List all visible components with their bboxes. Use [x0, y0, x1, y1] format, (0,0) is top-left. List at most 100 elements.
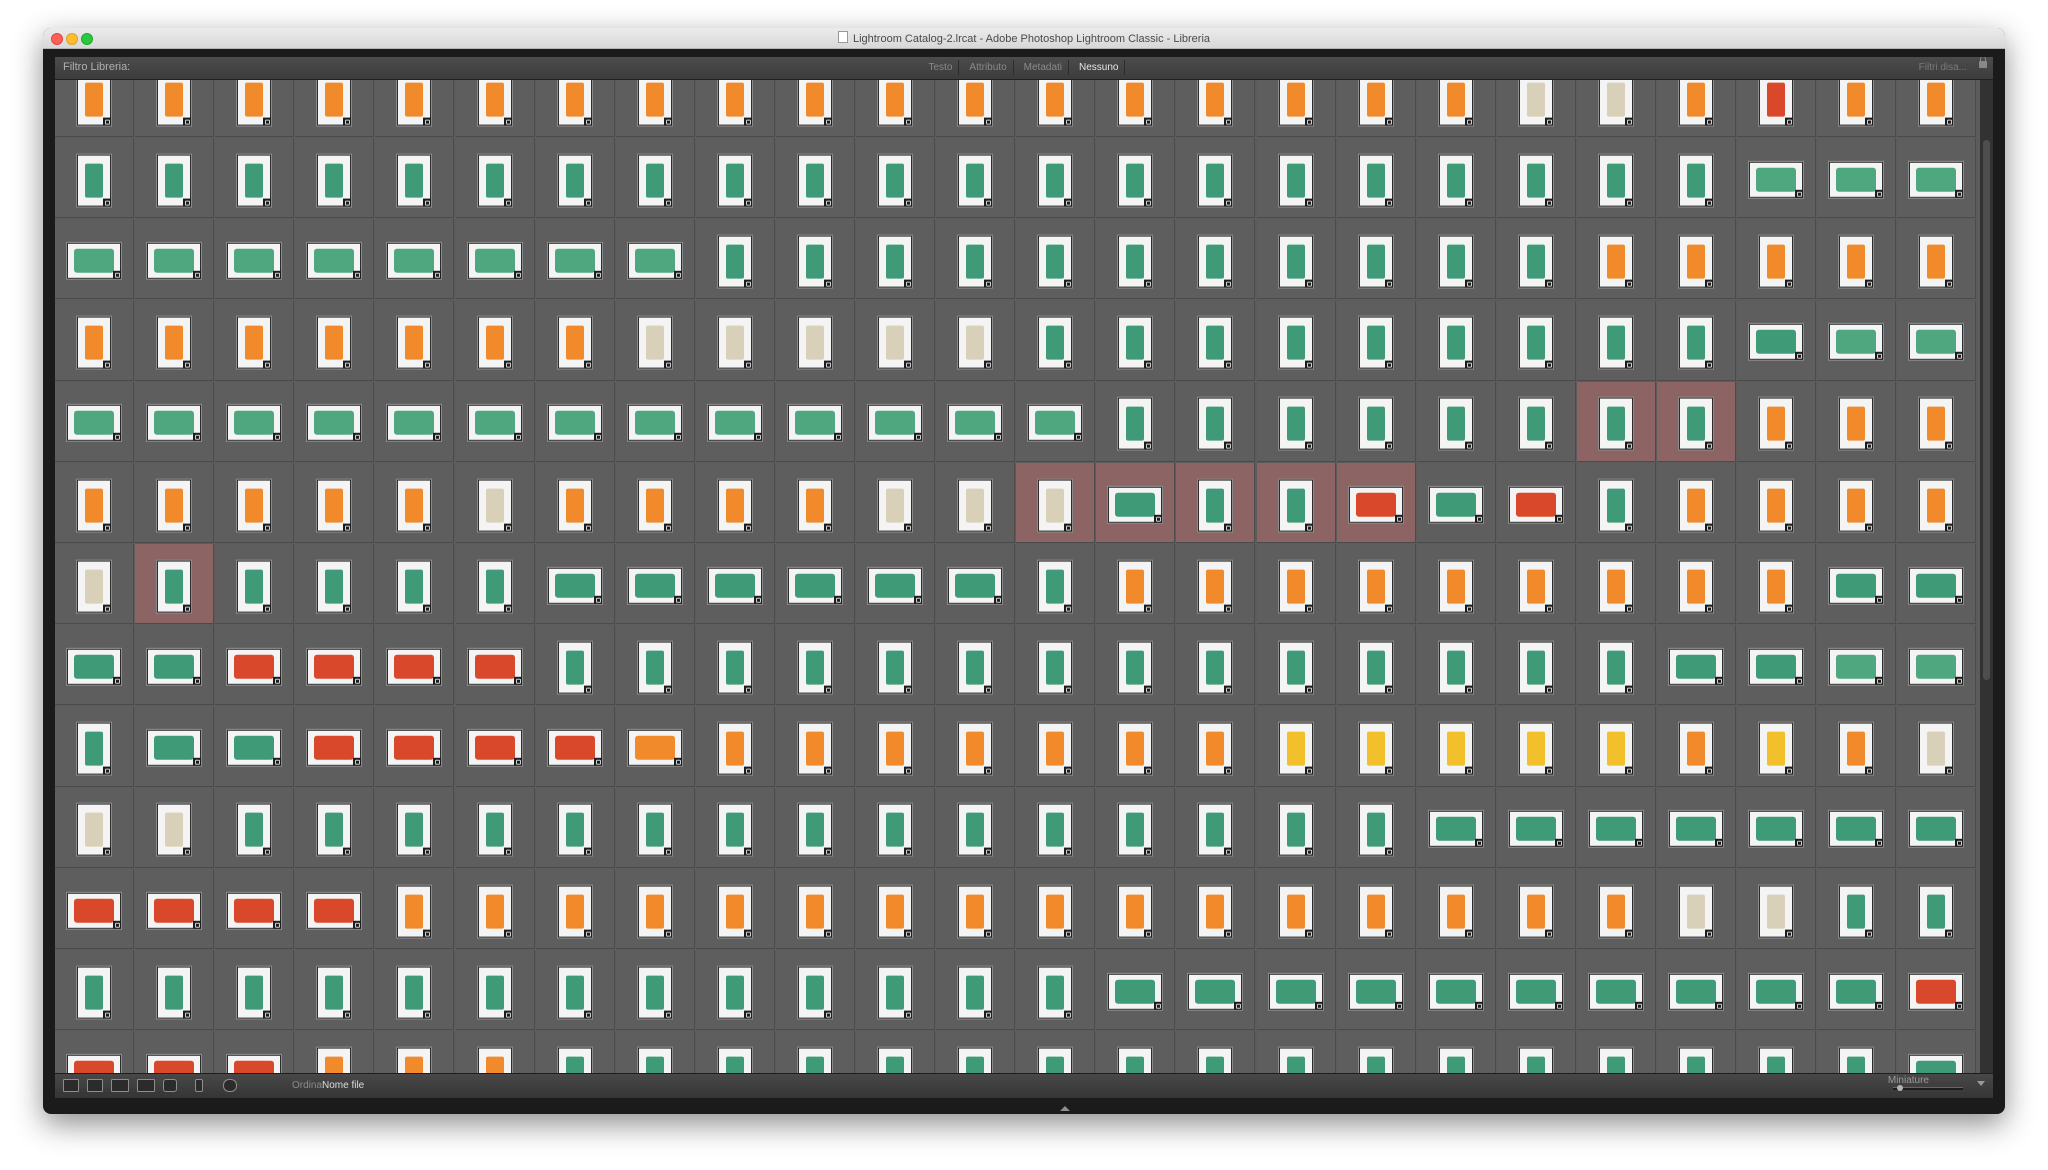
- metadata-badge-icon[interactable]: [1795, 1001, 1804, 1010]
- thumbnail-cell[interactable]: [1256, 138, 1336, 219]
- thumbnail-cell[interactable]: [856, 381, 935, 462]
- metadata-badge-icon[interactable]: [1144, 441, 1153, 450]
- thumbnail-image[interactable]: [1759, 397, 1794, 450]
- thumbnail-image[interactable]: [387, 729, 442, 766]
- thumbnail-cell[interactable]: [295, 950, 375, 1031]
- thumbnail-image[interactable]: [1598, 722, 1633, 775]
- thumbnail-cell[interactable]: [775, 80, 855, 137]
- thumbnail-cell[interactable]: [1016, 80, 1096, 137]
- thumbnail-image[interactable]: [637, 154, 672, 207]
- metadata-badge-icon[interactable]: [1064, 198, 1073, 207]
- thumbnail-image[interactable]: [637, 80, 672, 126]
- metadata-badge-icon[interactable]: [273, 433, 282, 442]
- metadata-badge-icon[interactable]: [823, 929, 832, 938]
- thumbnail-cell[interactable]: [535, 869, 615, 949]
- thumbnail-image[interactable]: [1278, 641, 1313, 694]
- thumbnail-cell[interactable]: [295, 463, 375, 543]
- metadata-badge-icon[interactable]: [1624, 117, 1633, 126]
- thumbnail-image[interactable]: [1829, 648, 1884, 685]
- metadata-badge-icon[interactable]: [423, 198, 432, 207]
- metadata-badge-icon[interactable]: [904, 198, 912, 207]
- thumbnail-image[interactable]: [1438, 641, 1473, 694]
- thumbnail-image[interactable]: [1038, 1047, 1073, 1074]
- thumbnail-image[interactable]: [717, 1047, 752, 1074]
- thumbnail-cell[interactable]: [1897, 138, 1977, 219]
- thumbnail-cell[interactable]: [375, 381, 455, 462]
- thumbnail-cell[interactable]: [375, 544, 455, 625]
- thumbnail-image[interactable]: [387, 405, 442, 442]
- thumbnail-image[interactable]: [1038, 235, 1073, 288]
- thumbnail-cell[interactable]: [1817, 463, 1897, 543]
- thumbnail-cell[interactable]: [1496, 381, 1576, 462]
- thumbnail-image[interactable]: [787, 567, 842, 604]
- thumbnail-cell[interactable]: [1496, 80, 1576, 137]
- thumbnail-cell[interactable]: [1737, 463, 1817, 543]
- thumbnail-image[interactable]: [637, 966, 672, 1019]
- metadata-badge-icon[interactable]: [193, 920, 202, 929]
- thumbnail-image[interactable]: [1358, 560, 1393, 613]
- metadata-badge-icon[interactable]: [673, 595, 682, 604]
- thumbnail-cell[interactable]: [1256, 463, 1336, 543]
- thumbnail-image[interactable]: [868, 567, 922, 604]
- thumbnail-cell[interactable]: [1416, 706, 1496, 787]
- thumbnail-cell[interactable]: [856, 787, 935, 868]
- thumbnail-cell[interactable]: [1657, 625, 1736, 706]
- thumbnail-cell[interactable]: [856, 300, 935, 381]
- metadata-badge-icon[interactable]: [513, 676, 522, 685]
- metadata-badge-icon[interactable]: [823, 847, 832, 856]
- thumbnail-image[interactable]: [77, 803, 111, 856]
- metadata-badge-icon[interactable]: [833, 433, 842, 442]
- thumbnail-cell[interactable]: [535, 138, 615, 219]
- thumbnail-cell[interactable]: [1817, 219, 1897, 300]
- thumbnail-image[interactable]: [1829, 973, 1884, 1010]
- thumbnail-image[interactable]: [1759, 479, 1794, 532]
- metadata-badge-icon[interactable]: [1705, 929, 1713, 938]
- thumbnail-cell[interactable]: [1096, 300, 1176, 381]
- thumbnail-image[interactable]: [797, 722, 832, 775]
- thumbnail-image[interactable]: [1358, 80, 1393, 126]
- metadata-badge-icon[interactable]: [984, 1010, 993, 1019]
- thumbnail-cell[interactable]: [856, 138, 935, 219]
- thumbnail-image[interactable]: [1118, 1047, 1153, 1074]
- metadata-badge-icon[interactable]: [103, 198, 111, 207]
- metadata-badge-icon[interactable]: [1624, 766, 1633, 775]
- thumbnail-image[interactable]: [878, 80, 912, 126]
- thumbnail-image[interactable]: [637, 803, 672, 856]
- thumbnail-cell[interactable]: [1096, 544, 1176, 625]
- thumbnail-image[interactable]: [307, 892, 362, 929]
- thumbnail-image[interactable]: [1278, 803, 1313, 856]
- thumbnail-image[interactable]: [1278, 560, 1313, 613]
- thumbnail-image[interactable]: [1118, 235, 1153, 288]
- thumbnail-image[interactable]: [387, 648, 442, 685]
- thumbnail-cell[interactable]: [295, 706, 375, 787]
- thumbnail-image[interactable]: [717, 235, 752, 288]
- thumbnail-image[interactable]: [237, 154, 272, 207]
- thumbnail-image[interactable]: [1679, 885, 1713, 938]
- metadata-badge-icon[interactable]: [823, 198, 832, 207]
- metadata-badge-icon[interactable]: [103, 1010, 111, 1019]
- metadata-badge-icon[interactable]: [1394, 1001, 1403, 1010]
- thumbnail-cell[interactable]: [1096, 1031, 1176, 1074]
- thumbnail-cell[interactable]: [1256, 381, 1336, 462]
- thumbnail-image[interactable]: [1919, 885, 1954, 938]
- thumbnail-image[interactable]: [1348, 973, 1403, 1010]
- thumbnail-cell[interactable]: [1416, 138, 1496, 219]
- metadata-badge-icon[interactable]: [423, 1010, 432, 1019]
- thumbnail-image[interactable]: [1188, 973, 1243, 1010]
- metadata-badge-icon[interactable]: [1384, 604, 1393, 613]
- thumbnail-cell[interactable]: [295, 138, 375, 219]
- thumbnail-image[interactable]: [1428, 973, 1483, 1010]
- metadata-badge-icon[interactable]: [353, 920, 362, 929]
- thumbnail-cell[interactable]: [775, 787, 855, 868]
- thumbnail-cell[interactable]: [1737, 381, 1817, 462]
- thumbnail-image[interactable]: [307, 405, 362, 442]
- thumbnail-cell[interactable]: [856, 950, 935, 1031]
- metadata-badge-icon[interactable]: [1785, 523, 1794, 532]
- metadata-badge-icon[interactable]: [503, 117, 512, 126]
- thumbnail-image[interactable]: [878, 803, 912, 856]
- thumbnail-cell[interactable]: [1576, 80, 1656, 137]
- thumbnail-cell[interactable]: [215, 1031, 295, 1074]
- thumbnail-image[interactable]: [477, 885, 512, 938]
- metadata-badge-icon[interactable]: [1705, 523, 1713, 532]
- metadata-badge-icon[interactable]: [1554, 1001, 1563, 1010]
